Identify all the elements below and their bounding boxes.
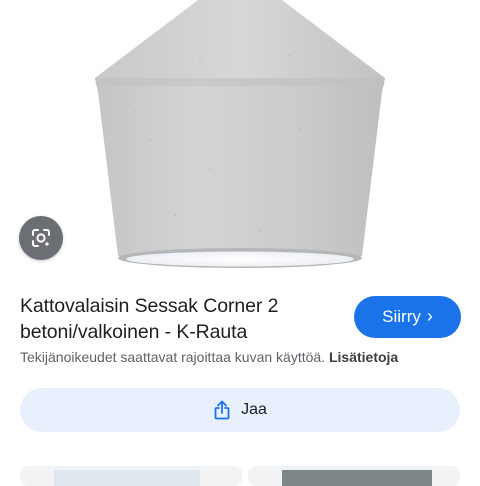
product-title-line2: betoni/valkoinen - K-Rauta (20, 321, 248, 343)
more-info-link[interactable]: Lisätietoja (329, 349, 398, 365)
lamp-illustration (95, 0, 385, 268)
visit-button[interactable]: Siirry › (354, 296, 461, 338)
share-button[interactable]: Jaa (20, 388, 460, 432)
copyright-notice: Tekijänoikeudet saattavat rajoittaa kuva… (20, 349, 470, 365)
share-icon (214, 400, 230, 420)
copyright-text: Tekijänoikeudet saattavat rajoittaa kuva… (20, 349, 326, 365)
chevron-right-icon: › (426, 306, 433, 326)
visit-button-label: Siirry (382, 307, 421, 326)
thumbnail-image (54, 470, 200, 486)
share-button-label: Jaa (241, 401, 267, 418)
product-title[interactable]: Kattovalaisin Sessak Corner 2 betoni/val… (20, 293, 340, 345)
product-image[interactable] (0, 0, 480, 285)
related-image-thumbnail[interactable] (20, 466, 242, 486)
related-image-thumbnail[interactable] (248, 466, 460, 486)
thumbnail-image (282, 470, 432, 486)
lens-search-button[interactable] (19, 216, 63, 260)
product-title-line1: Kattovalaisin Sessak Corner 2 (20, 295, 279, 317)
lens-icon (32, 229, 50, 247)
